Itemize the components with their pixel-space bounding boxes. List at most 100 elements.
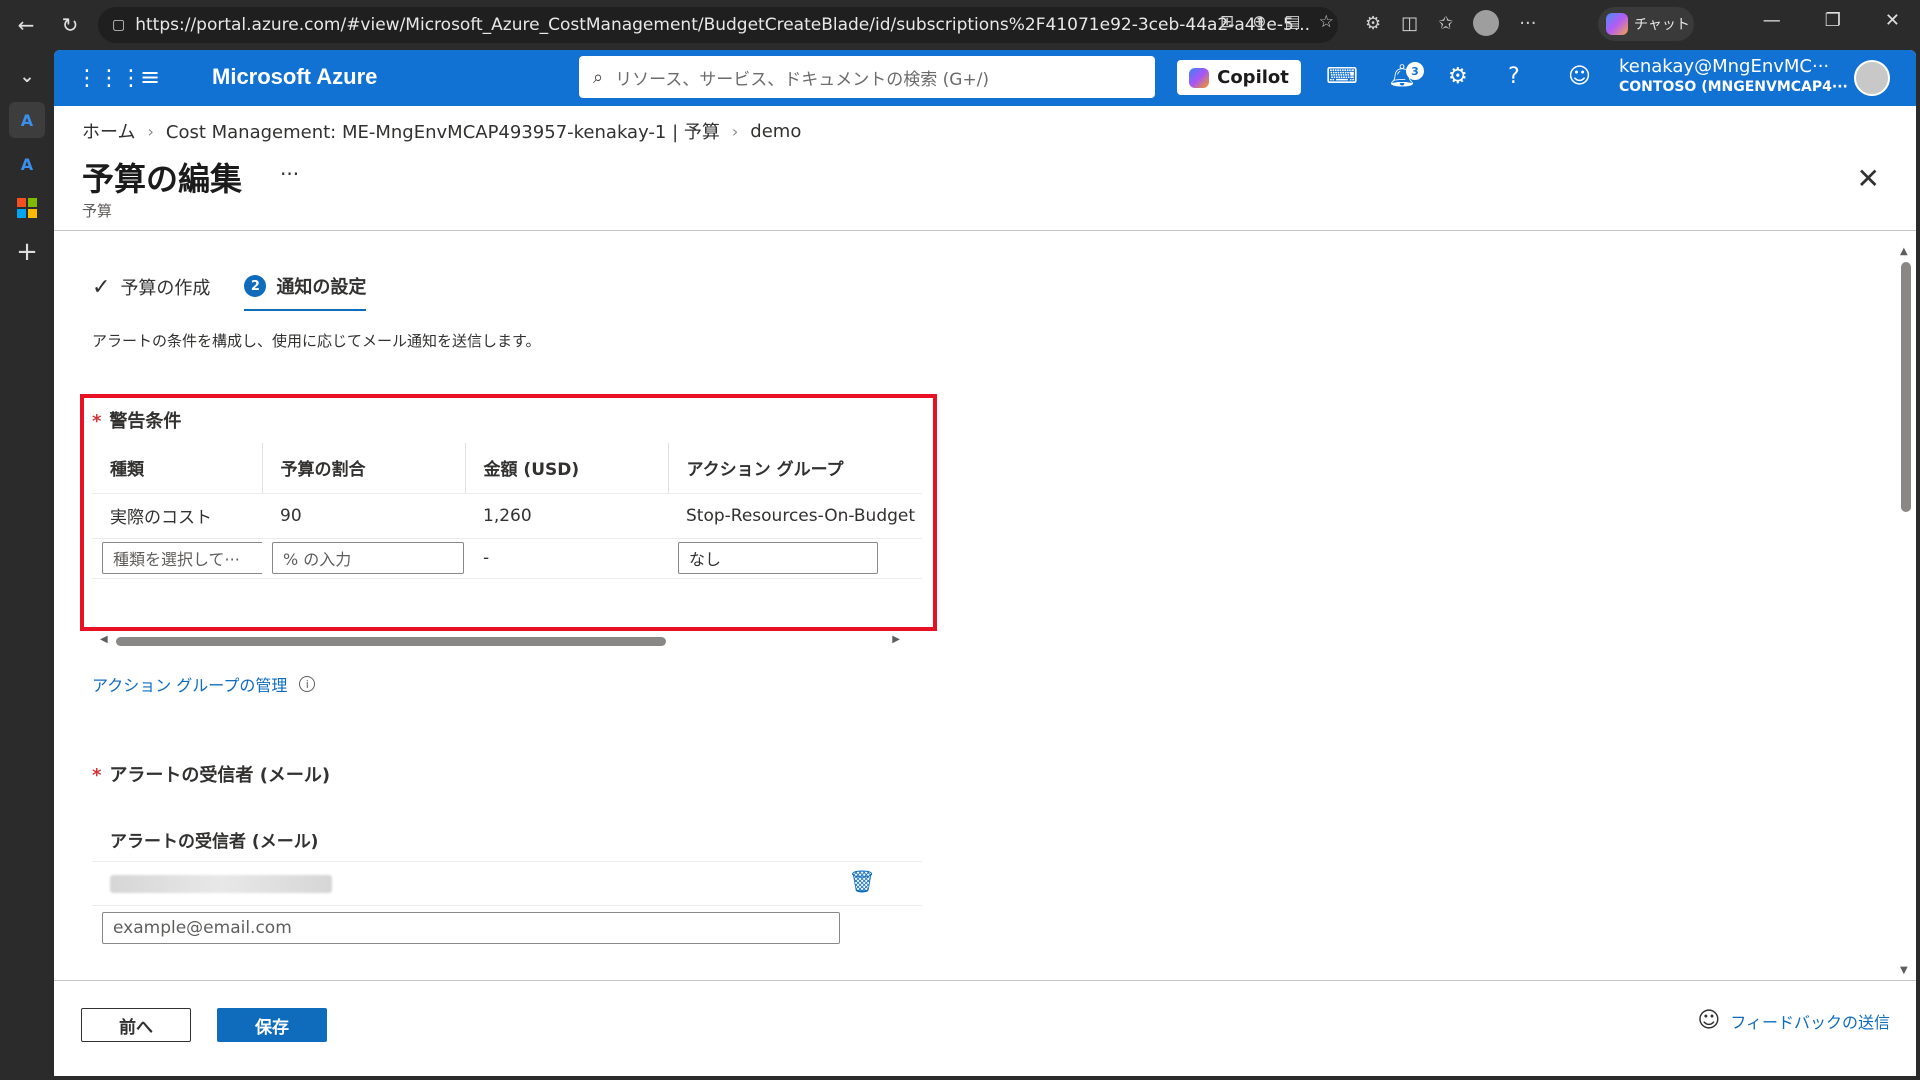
search-placeholder: リソース、サービス、ドキュメントの検索 (G+/): [615, 69, 990, 90]
step-number-icon: 2: [244, 275, 267, 297]
reader-icon[interactable]: ▤: [1285, 12, 1301, 32]
chat-label: チャット: [1634, 17, 1690, 33]
account-info[interactable]: kenakay@MngEnvMC··· CONTOSO (MNGENVMCAP4…: [1619, 56, 1848, 98]
cell-action-group: Stop-Resources-On-Budget: [668, 493, 922, 539]
table-row: 実際のコスト 90 1,260 Stop-Resources-On-Budget: [92, 493, 922, 539]
info-icon[interactable]: i: [299, 676, 316, 692]
search-input[interactable]: ⌕ リソース、サービス、ドキュメントの検索 (G+/): [579, 56, 1155, 98]
recipients-column-header: アラートの受信者 (メール): [92, 818, 922, 862]
tab-create-budget[interactable]: ✓ 予算の作成: [92, 273, 210, 311]
type-select[interactable]: 種類を選択して··· ⌄: [102, 542, 262, 574]
tab-notifications[interactable]: 2 通知の設定: [244, 273, 367, 311]
manage-action-groups-link[interactable]: アクション グループの管理 i: [92, 672, 316, 696]
description: アラートの条件を構成し、使用に応じてメール通知を送信します。: [92, 332, 541, 350]
breadcrumb-demo[interactable]: demo: [750, 121, 801, 142]
new-tab-icon[interactable]: +: [9, 234, 45, 270]
page-title: 予算の編集: [82, 160, 243, 198]
cell-type: 実際のコスト: [92, 493, 262, 539]
favorite-star-icon[interactable]: ☆: [1319, 12, 1334, 32]
percent-cell: % の入力: [262, 538, 465, 579]
email-placeholder: example@email.com: [113, 918, 292, 938]
azure-portal: ⋮⋮⋮ ≡ Microsoft Azure ⌕ リソース、サービス、ドキュメント…: [54, 50, 1916, 1076]
collapse-tabs-icon[interactable]: ⌄: [9, 58, 45, 94]
scroll-left-icon[interactable]: ◀: [100, 634, 108, 645]
email-field[interactable]: example@email.com: [102, 912, 840, 944]
section-title-text: アラートの受信者 (メール): [109, 765, 331, 786]
portal-topbar: ⋮⋮⋮ ≡ Microsoft Azure ⌕ リソース、サービス、ドキュメント…: [54, 50, 1916, 106]
action-group-cell: なし: [668, 538, 922, 579]
required-marker: *: [92, 411, 102, 432]
maximize-icon[interactable]: ❐: [1825, 10, 1841, 31]
breadcrumb-home[interactable]: ホーム: [82, 118, 135, 144]
address-bar[interactable]: ▢ https://portal.azure.com/#view/Microso…: [98, 7, 1338, 43]
chat-button[interactable]: チャット: [1598, 7, 1694, 41]
scroll-right-icon[interactable]: ▶: [892, 634, 900, 645]
footer-divider: [54, 980, 1916, 981]
percent-input[interactable]: % の入力: [272, 542, 464, 574]
scroll-down-icon[interactable]: ▼: [1900, 965, 1908, 976]
delete-icon[interactable]: 🗑︎: [848, 870, 876, 895]
avatar[interactable]: [1854, 60, 1890, 96]
portal-menu-icon[interactable]: ≡: [140, 63, 160, 91]
copilot-logo-icon: [1606, 13, 1628, 35]
alert-conditions-table: 種類 予算の割合 金額 (USD) アクション グループ 実際のコスト 90 1…: [92, 443, 922, 579]
table-row: 🗑︎: [92, 862, 922, 906]
site-info-icon[interactable]: ▢: [112, 17, 125, 33]
tab-label: 予算の作成: [120, 278, 211, 299]
amount-cell: -: [465, 538, 668, 579]
close-window-icon[interactable]: ✕: [1885, 10, 1900, 31]
horizontal-scrollbar[interactable]: ◀ ▶: [100, 634, 900, 648]
more-icon[interactable]: ···: [1519, 13, 1536, 34]
page-subtitle: 予算: [82, 202, 113, 220]
help-icon[interactable]: ?: [1508, 64, 1520, 89]
action-group-value: なし: [689, 550, 722, 569]
settings-icon[interactable]: ⚙: [1448, 64, 1468, 89]
column-header: 種類: [92, 443, 263, 494]
close-icon[interactable]: ✕: [1857, 162, 1880, 195]
app-launcher-icon[interactable]: ⋮⋮⋮: [76, 66, 142, 91]
minimize-icon[interactable]: —: [1763, 10, 1781, 31]
scroll-up-icon[interactable]: ▲: [1900, 246, 1908, 257]
address-bar-icons: ⊞ ⊕ ▤ ☆: [1220, 12, 1334, 32]
link-label: アクション グループの管理: [92, 676, 288, 695]
split-screen-icon[interactable]: ◫: [1401, 13, 1418, 34]
save-button[interactable]: 保存: [217, 1008, 327, 1042]
alert-conditions-title: * 警告条件: [92, 407, 181, 433]
type-cell: 種類を選択して··· ⌄: [92, 538, 262, 579]
azure-tab-icon[interactable]: A: [9, 102, 45, 138]
section-title-text: 警告条件: [109, 411, 182, 432]
breadcrumb-cost[interactable]: Cost Management: ME-MngEnvMCAP493957-ken…: [166, 118, 720, 144]
table-header-row: 種類 予算の割合 金額 (USD) アクション グループ: [92, 443, 922, 494]
cell-percent: 90: [262, 493, 465, 539]
action-group-select[interactable]: なし: [678, 542, 878, 574]
new-condition-row: 種類を選択して··· ⌄ % の入力 - なし: [92, 538, 922, 579]
scrollbar-thumb[interactable]: [116, 637, 666, 646]
notification-badge: 3: [1406, 62, 1424, 80]
chevron-right-icon: ›: [147, 121, 154, 141]
microsoft-tab-icon[interactable]: [9, 190, 45, 226]
extensions-icon[interactable]: ⚙: [1365, 13, 1381, 34]
profile-icon[interactable]: [1473, 10, 1500, 36]
apps-icon[interactable]: ⊞: [1220, 12, 1234, 32]
zoom-icon[interactable]: ⊕: [1252, 12, 1266, 32]
azure-tab-2-icon[interactable]: A: [9, 146, 45, 182]
copilot-button[interactable]: Copilot: [1177, 60, 1301, 95]
feedback-label: フィードバックの送信: [1730, 1012, 1890, 1032]
more-options-icon[interactable]: ···: [280, 162, 299, 186]
brand-title[interactable]: Microsoft Azure: [212, 64, 377, 90]
browser-actions: ⚙ ◫ ✩ ···: [1365, 10, 1536, 36]
blade-content: ✓ 予算の作成 2 通知の設定 アラートの条件を構成し、使用に応じてメール通知を…: [54, 231, 1916, 979]
feedback-link[interactable]: ☺ フィードバックの送信: [1697, 1008, 1890, 1033]
cloud-shell-icon[interactable]: ⌨: [1326, 64, 1358, 89]
feedback-top-icon[interactable]: ☺: [1568, 64, 1591, 89]
back-icon[interactable]: ←: [8, 7, 44, 43]
favorites-icon[interactable]: ✩: [1438, 13, 1453, 34]
percent-placeholder: % の入力: [283, 550, 352, 569]
previous-button[interactable]: 前へ: [81, 1008, 191, 1042]
copilot-icon: [1189, 67, 1210, 88]
vertical-scrollbar[interactable]: ▲ ▼: [1900, 246, 1912, 976]
scrollbar-thumb[interactable]: [1901, 262, 1911, 512]
refresh-icon[interactable]: ↻: [52, 7, 88, 43]
copilot-label: Copilot: [1217, 67, 1289, 88]
wizard-tabs: ✓ 予算の作成 2 通知の設定: [92, 273, 367, 311]
